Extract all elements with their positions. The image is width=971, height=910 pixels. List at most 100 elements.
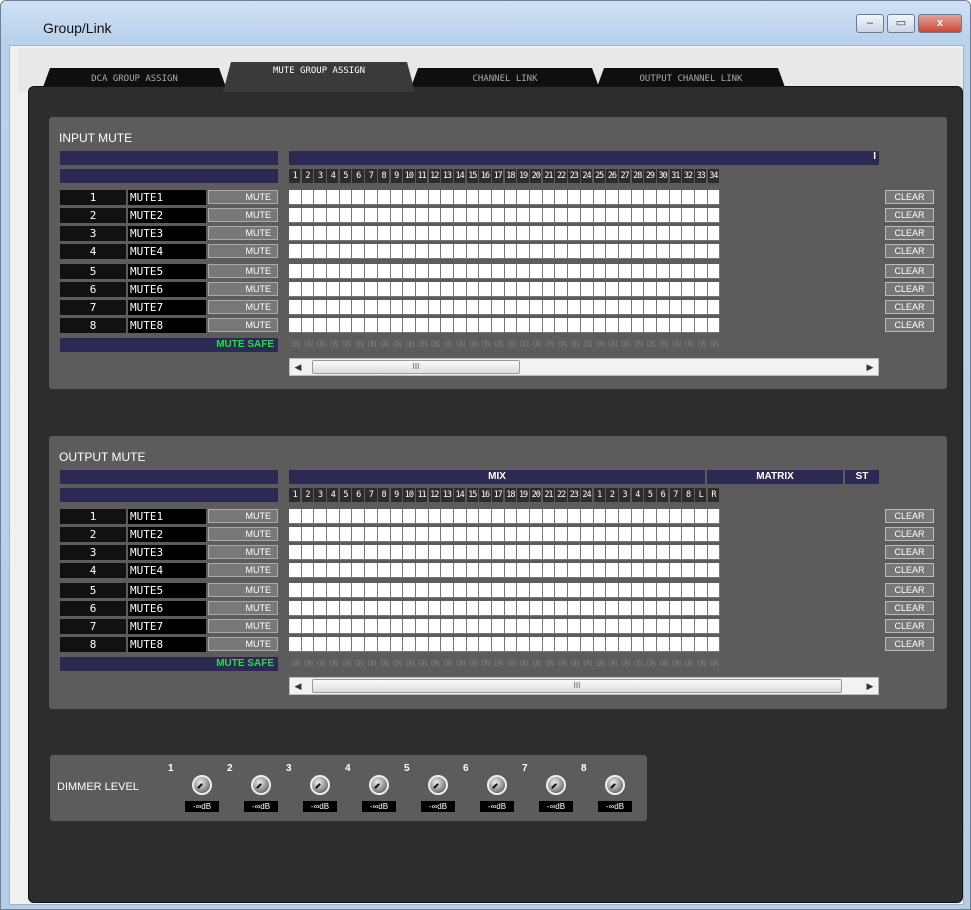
assign-cell[interactable] xyxy=(542,264,556,279)
assign-cell[interactable] xyxy=(403,619,416,634)
assign-cell[interactable] xyxy=(492,545,505,560)
assign-cell[interactable] xyxy=(365,637,378,652)
assign-cell[interactable] xyxy=(555,318,569,333)
group-name[interactable]: MUTE3 xyxy=(128,545,206,560)
assign-cell[interactable] xyxy=(339,318,353,333)
assign-cell[interactable] xyxy=(453,190,467,205)
assign-cell[interactable] xyxy=(580,619,594,634)
mute-safe-on-button[interactable]: ON xyxy=(708,339,721,351)
assign-cell[interactable] xyxy=(289,318,302,333)
assign-cell[interactable] xyxy=(365,264,378,279)
assign-cell[interactable] xyxy=(542,563,556,578)
mute-safe-on-button[interactable]: ON xyxy=(492,339,505,351)
assign-cell[interactable] xyxy=(339,527,353,542)
assign-cell[interactable] xyxy=(555,545,569,560)
assign-cell[interactable] xyxy=(492,208,505,223)
assign-cell[interactable] xyxy=(555,637,569,652)
assign-cell[interactable] xyxy=(580,601,594,616)
dimmer-knob-icon[interactable] xyxy=(546,775,566,795)
assign-cell[interactable] xyxy=(682,208,695,223)
assign-cell[interactable] xyxy=(479,637,492,652)
assign-cell[interactable] xyxy=(301,300,315,315)
assign-cell[interactable] xyxy=(555,244,569,259)
mute-safe-on-button[interactable]: ON xyxy=(352,339,365,351)
assign-cell[interactable] xyxy=(428,300,442,315)
assign-cell[interactable] xyxy=(289,583,302,598)
group-name[interactable]: MUTE6 xyxy=(128,282,206,297)
assign-cell[interactable] xyxy=(542,545,556,560)
assign-cell[interactable] xyxy=(517,244,531,259)
mute-safe-on-button[interactable]: ON xyxy=(555,658,568,670)
assign-cell[interactable] xyxy=(669,244,683,259)
assign-cell[interactable] xyxy=(453,527,467,542)
assign-cell[interactable] xyxy=(568,300,581,315)
assign-cell[interactable] xyxy=(415,244,429,259)
assign-cell[interactable] xyxy=(517,619,531,634)
assign-cell[interactable] xyxy=(606,226,619,241)
clear-button[interactable]: CLEAR xyxy=(885,282,934,296)
scroll-right-icon[interactable]: ▶ xyxy=(862,678,878,694)
assign-cell[interactable] xyxy=(618,300,632,315)
mute-safe-on-button[interactable]: ON xyxy=(302,658,315,670)
assign-cell[interactable] xyxy=(377,619,391,634)
assign-cell[interactable] xyxy=(339,583,353,598)
dimmer-knob-icon[interactable] xyxy=(192,775,212,795)
assign-cell[interactable] xyxy=(289,527,302,542)
assign-cell[interactable] xyxy=(695,244,708,259)
assign-cell[interactable] xyxy=(415,208,429,223)
assign-cell[interactable] xyxy=(644,619,657,634)
assign-cell[interactable] xyxy=(695,619,708,634)
assign-cell[interactable] xyxy=(618,509,632,524)
assign-cell[interactable] xyxy=(644,318,657,333)
assign-cell[interactable] xyxy=(403,601,416,616)
minimize-button[interactable]: – xyxy=(856,14,884,33)
assign-cell[interactable] xyxy=(555,264,569,279)
assign-cell[interactable] xyxy=(568,282,581,297)
assign-cell[interactable] xyxy=(504,208,518,223)
assign-cell[interactable] xyxy=(327,637,340,652)
assign-cell[interactable] xyxy=(593,190,607,205)
assign-cell[interactable] xyxy=(415,264,429,279)
assign-cell[interactable] xyxy=(314,509,328,524)
assign-cell[interactable] xyxy=(301,208,315,223)
assign-cell[interactable] xyxy=(453,583,467,598)
assign-cell[interactable] xyxy=(568,563,581,578)
mute-button[interactable]: MUTE xyxy=(208,244,278,258)
assign-cell[interactable] xyxy=(606,601,619,616)
assign-cell[interactable] xyxy=(530,509,543,524)
assign-cell[interactable] xyxy=(542,637,556,652)
assign-cell[interactable] xyxy=(593,300,607,315)
assign-cell[interactable] xyxy=(390,601,404,616)
assign-cell[interactable] xyxy=(669,264,683,279)
mute-safe-on-button[interactable]: ON xyxy=(606,658,619,670)
assign-cell[interactable] xyxy=(517,527,531,542)
input-scrollbar[interactable]: ◀ III ▶ xyxy=(289,358,879,376)
assign-cell[interactable] xyxy=(327,226,340,241)
group-name[interactable]: MUTE4 xyxy=(128,244,206,259)
assign-cell[interactable] xyxy=(504,545,518,560)
assign-cell[interactable] xyxy=(669,226,683,241)
assign-cell[interactable] xyxy=(492,601,505,616)
assign-cell[interactable] xyxy=(327,300,340,315)
assign-cell[interactable] xyxy=(403,282,416,297)
assign-cell[interactable] xyxy=(441,226,454,241)
mute-safe-on-button[interactable]: ON xyxy=(365,339,378,351)
assign-cell[interactable] xyxy=(580,226,594,241)
assign-cell[interactable] xyxy=(606,509,619,524)
assign-cell[interactable] xyxy=(301,318,315,333)
assign-cell[interactable] xyxy=(593,264,607,279)
assign-cell[interactable] xyxy=(682,282,695,297)
assign-cell[interactable] xyxy=(415,318,429,333)
assign-cell[interactable] xyxy=(707,527,721,542)
mute-safe-on-button[interactable]: ON xyxy=(682,339,695,351)
assign-cell[interactable] xyxy=(669,300,683,315)
assign-cell[interactable] xyxy=(289,208,302,223)
mute-safe-on-button[interactable]: ON xyxy=(632,658,645,670)
assign-cell[interactable] xyxy=(301,264,315,279)
assign-cell[interactable] xyxy=(403,509,416,524)
assign-cell[interactable] xyxy=(695,300,708,315)
assign-cell[interactable] xyxy=(289,637,302,652)
assign-cell[interactable] xyxy=(695,545,708,560)
mute-button[interactable]: MUTE xyxy=(208,318,278,332)
assign-cell[interactable] xyxy=(644,601,657,616)
